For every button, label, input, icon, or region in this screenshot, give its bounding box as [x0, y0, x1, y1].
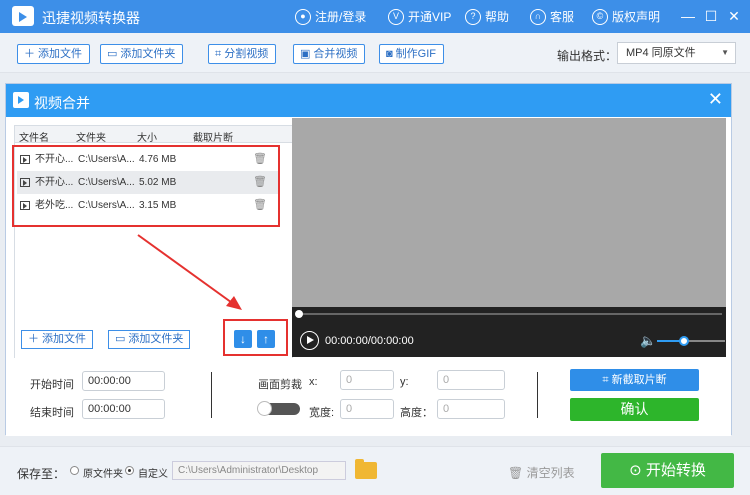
- column-clip: 截取片断: [193, 133, 233, 144]
- copyright-icon: ©: [592, 8, 608, 25]
- toggle-knob: [257, 401, 272, 416]
- minimize-button[interactable]: —: [678, 6, 698, 26]
- radio-custom-folder[interactable]: [125, 466, 134, 475]
- original-folder-label: 原文件夹: [83, 469, 123, 480]
- highlight-file-rows: [12, 145, 280, 227]
- gif-icon: ◙: [386, 48, 393, 60]
- title-bar: 迅捷视频转换器 ● 注册/登录 V 开通VIP ? 帮助 ∩ 客服 © 版权声明 — ☐ …: [0, 0, 750, 33]
- column-filename: 文件名: [19, 133, 49, 144]
- merge-video-button[interactable]: ▣ 合并视频: [293, 44, 366, 64]
- volume-icon[interactable]: 🔈: [640, 333, 656, 349]
- dialog-header: 视频合并 ✕: [6, 84, 731, 117]
- annotation-arrow: [137, 234, 242, 310]
- time-display: 00:00:00/00:00:00: [325, 335, 414, 347]
- help-icon: ?: [465, 8, 481, 25]
- help-link[interactable]: ? 帮助: [465, 8, 509, 25]
- new-clip-button[interactable]: ⌗ 新截取片断: [570, 369, 699, 391]
- support-link[interactable]: ∩ 客服: [530, 8, 574, 25]
- progress-track[interactable]: [298, 313, 722, 315]
- output-path-input[interactable]: C:\Users\Administrator\Desktop: [172, 461, 346, 480]
- dialog-add-folder-button[interactable]: ▭ 添加文件夹: [108, 330, 191, 349]
- custom-folder-label: 自定义: [138, 469, 168, 480]
- close-window-button[interactable]: ✕: [724, 6, 744, 26]
- column-folder: 文件夹: [76, 133, 106, 144]
- vip-link[interactable]: V 开通VIP: [388, 8, 451, 25]
- divider: [537, 372, 538, 418]
- dialog-title: 视频合并: [34, 95, 90, 111]
- maximize-button[interactable]: ☐: [701, 6, 721, 26]
- play-circle-icon: ⊙: [629, 462, 646, 479]
- add-file-button[interactable]: ＋添加文件: [17, 44, 90, 64]
- split-video-button[interactable]: ⌗ 分割视频: [208, 44, 277, 64]
- column-size: 大小: [137, 133, 157, 144]
- save-to-label: 保存至：: [17, 467, 66, 481]
- user-icon: ●: [295, 8, 311, 25]
- folder-icon: ▭: [107, 48, 118, 60]
- width-label: 宽度:: [309, 407, 335, 419]
- start-time-label: 开始时间: [30, 379, 74, 391]
- app-logo-icon: [12, 6, 34, 26]
- output-format-label: 输出格式：: [557, 49, 618, 63]
- file-list-header: 文件名 文件夹 大小 截取片断: [15, 126, 292, 144]
- crop-icon: ⌗: [215, 48, 222, 60]
- volume-knob[interactable]: [679, 336, 690, 346]
- make-gif-button[interactable]: ◙ 制作GIF: [379, 44, 444, 64]
- volume-slider[interactable]: [657, 336, 725, 346]
- main-toolbar: ＋添加文件 ▭ 添加文件夹 ⌗ 分割视频 ▣ 合并视频 ◙ 制作GIF 输出格式： MP…: [0, 33, 750, 73]
- start-time-input[interactable]: 00:00:00: [82, 371, 165, 391]
- dialog-close-button[interactable]: ✕: [708, 89, 723, 110]
- y-label: y:: [400, 376, 409, 388]
- crop-width-input[interactable]: 0: [340, 399, 394, 419]
- plus-icon: ＋: [28, 333, 39, 345]
- crop-icon: ⌗: [602, 374, 612, 386]
- headset-icon: ∩: [530, 8, 546, 25]
- crop-toggle[interactable]: [257, 401, 300, 416]
- crop-height-input[interactable]: 0: [437, 399, 505, 419]
- start-convert-button[interactable]: ⊙ 开始转换: [601, 453, 734, 488]
- app-title: 迅捷视频转换器: [42, 10, 140, 26]
- merge-icon: ▣: [300, 48, 311, 60]
- x-label: x:: [309, 376, 318, 388]
- copyright-link[interactable]: © 版权声明: [592, 8, 660, 25]
- vip-icon: V: [388, 8, 404, 25]
- crop-y-input[interactable]: 0: [437, 370, 505, 390]
- progress-knob[interactable]: [295, 310, 303, 318]
- folder-icon[interactable]: [355, 459, 377, 479]
- crop-x-input[interactable]: 0: [340, 370, 394, 390]
- end-time-input[interactable]: 00:00:00: [82, 399, 165, 419]
- confirm-button[interactable]: 确认: [570, 398, 699, 421]
- divider: [211, 372, 212, 418]
- clear-list-button[interactable]: 🗑 清空列表: [508, 464, 575, 481]
- folder-icon: ▭: [115, 333, 126, 345]
- end-time-label: 结束时间: [30, 407, 74, 419]
- player-controls: 00:00:00/00:00:00 🔈: [292, 307, 726, 357]
- crop-label: 画面剪裁: [258, 379, 302, 391]
- login-link[interactable]: ● 注册/登录: [295, 8, 366, 25]
- dialog-add-file-button[interactable]: ＋添加文件: [21, 330, 93, 349]
- trash-icon: 🗑: [508, 466, 527, 480]
- dialog-logo-icon: [13, 92, 29, 108]
- plus-icon: ＋: [24, 48, 35, 60]
- dropdown-arrow-icon: ▼: [721, 48, 729, 57]
- highlight-order-buttons: [223, 319, 288, 356]
- video-preview: [292, 118, 726, 307]
- height-label: 高度：: [400, 407, 433, 419]
- add-folder-button[interactable]: ▭ 添加文件夹: [100, 44, 184, 64]
- radio-original-folder[interactable]: [70, 466, 79, 475]
- play-button[interactable]: [300, 331, 319, 350]
- output-format-select[interactable]: MP4 同原文件 ▼: [617, 42, 736, 64]
